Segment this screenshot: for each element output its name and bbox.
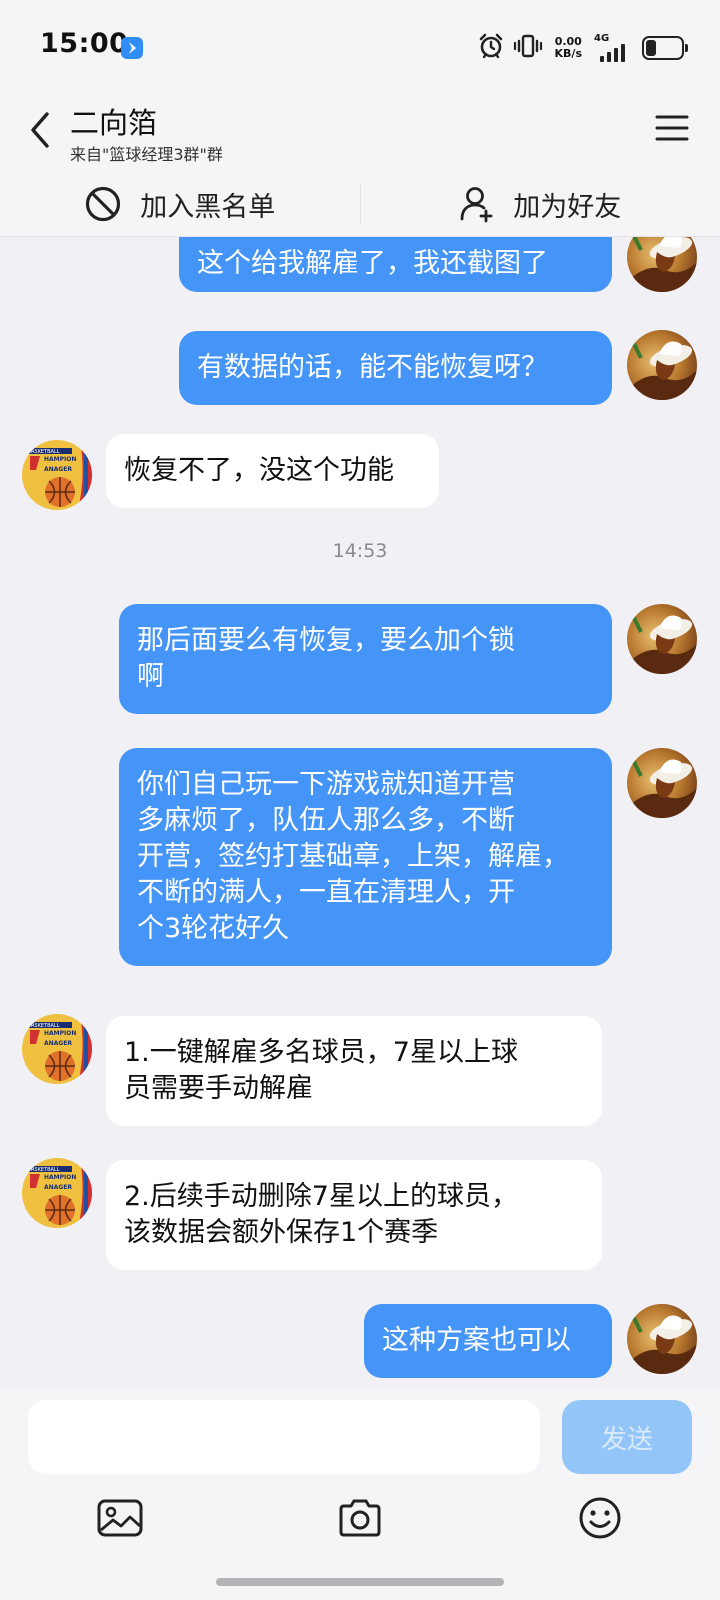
- camera-icon: [339, 1499, 381, 1537]
- my-avatar[interactable]: [627, 236, 697, 292]
- message-text-line: 员需要手动解雇: [124, 1073, 313, 1104]
- message-bubble[interactable]: 这个给我解雇了，我还截图了: [179, 236, 612, 292]
- add-friend-icon: [460, 187, 493, 223]
- signal-indicator: 4G: [594, 33, 630, 63]
- logo-text-line2: HAMPION: [44, 1030, 76, 1037]
- cowboy-avatar-icon: [627, 1304, 697, 1374]
- message-text-line: 多麻烦了，队伍人那么多，不断: [137, 805, 515, 836]
- chat-header: 二向箔 来自"篮球经理3群"群: [0, 96, 720, 172]
- basketball-manager-logo-icon: ASKETBALL HAMPION ANAGER: [22, 1014, 92, 1084]
- vibrate-icon: [513, 32, 543, 64]
- add-to-blacklist-label: 加入黑名单: [140, 191, 276, 223]
- network-speed: 0.00 KB/s: [555, 36, 582, 60]
- contact-avatar[interactable]: ASKETBALL HAMPION ANAGER: [22, 440, 92, 510]
- status-bar: 15:00 0.00 KB/s 4G: [0, 0, 720, 96]
- composer: 发送: [0, 1388, 720, 1600]
- app-notification-icon: [121, 37, 143, 59]
- alarm-icon: [477, 32, 505, 64]
- battery-icon: [642, 36, 688, 60]
- message-list[interactable]: 这个给我解雇了，我还截图了 有数据的话，能不能恢复呀？ ASKETBALL HA…: [0, 236, 720, 1388]
- chevron-left-icon: [31, 112, 49, 148]
- message-text-line: 你们自己玩一下游戏就知道开营: [137, 769, 515, 800]
- message-bubble[interactable]: 你们自己玩一下游戏就知道开营 多麻烦了，队伍人那么多，不断 开营，签约打基础章，…: [119, 748, 612, 966]
- message-text: 这个给我解雇了，我还截图了: [197, 248, 548, 279]
- message-text: 恢复不了，没这个功能: [124, 455, 394, 486]
- logo-text-line2: HAMPION: [44, 456, 76, 463]
- cowboy-avatar-icon: [627, 330, 697, 400]
- contact-avatar[interactable]: ASKETBALL HAMPION ANAGER: [22, 1014, 92, 1084]
- status-indicators: 0.00 KB/s 4G: [477, 30, 688, 66]
- message-text-line: 1.一键解雇多名球员，7星以上球: [124, 1037, 518, 1068]
- status-time: 15:00: [40, 28, 129, 59]
- message-text: 有数据的话，能不能恢复呀？: [197, 352, 548, 383]
- message-text-line: 啊: [137, 661, 164, 692]
- menu-button[interactable]: [650, 106, 694, 150]
- message-input[interactable]: [28, 1400, 540, 1474]
- my-avatar[interactable]: [627, 748, 697, 818]
- signal-icon: [600, 43, 630, 67]
- my-avatar[interactable]: [627, 604, 697, 674]
- basketball-manager-logo-icon: ASKETBALL HAMPION ANAGER: [22, 440, 92, 510]
- send-button[interactable]: 发送: [562, 1400, 692, 1474]
- cowboy-avatar-icon: [627, 236, 697, 292]
- network-speed-unit: KB/s: [554, 47, 582, 60]
- message-text: 这种方案也可以: [382, 1325, 571, 1356]
- logo-text-line1: ASKETBALL: [31, 1023, 60, 1029]
- chat-title: 二向箔: [70, 106, 158, 140]
- message-bubble[interactable]: 有数据的话，能不能恢复呀？: [179, 331, 612, 405]
- logo-text-line3: ANAGER: [44, 1040, 72, 1047]
- message-text-line: 该数据会额外保存1个赛季: [124, 1217, 439, 1248]
- block-icon: [86, 186, 121, 222]
- my-avatar[interactable]: [627, 330, 697, 400]
- add-friend-label: 加为好友: [513, 191, 622, 223]
- logo-text-line1: ASKETBALL: [31, 1167, 60, 1173]
- message-text-line: 不断的满人，一直在清理人，开: [137, 877, 515, 908]
- image-icon: [97, 1499, 143, 1537]
- message-bubble[interactable]: 这种方案也可以: [364, 1304, 612, 1378]
- message-bubble[interactable]: 1.一键解雇多名球员，7星以上球 员需要手动解雇: [106, 1016, 602, 1126]
- home-indicator[interactable]: [216, 1578, 504, 1586]
- logo-text-line3: ANAGER: [44, 466, 72, 473]
- photo-button[interactable]: [92, 1490, 148, 1546]
- message-bubble[interactable]: 恢复不了，没这个功能: [106, 434, 439, 508]
- my-avatar[interactable]: [627, 1304, 697, 1374]
- message-text-line: 开营，签约打基础章，上架，解雇，: [137, 841, 569, 872]
- smiley-icon: [579, 1497, 621, 1539]
- message-timestamp: 14:53: [332, 540, 388, 562]
- battery-level: [646, 40, 656, 56]
- cowboy-avatar-icon: [627, 604, 697, 674]
- add-friend-button[interactable]: 加为好友: [361, 172, 720, 236]
- logo-text-line1: ASKETBALL: [31, 449, 60, 455]
- contact-avatar[interactable]: ASKETBALL HAMPION ANAGER: [22, 1158, 92, 1228]
- message-text-line: 2.后续手动删除7星以上的球员，: [124, 1181, 518, 1212]
- message-text-line: 个3轮花好久: [137, 913, 290, 944]
- logo-text-line3: ANAGER: [44, 1184, 72, 1191]
- chat-subtitle: 来自"篮球经理3群"群: [70, 145, 223, 164]
- profile-action-bar: 加入黑名单 加为好友: [0, 172, 720, 237]
- camera-button[interactable]: [332, 1490, 388, 1546]
- message-text-line: 那后面要么有恢复，要么加个锁: [137, 625, 515, 656]
- hamburger-menu-icon: [655, 115, 689, 141]
- basketball-manager-logo-icon: ASKETBALL HAMPION ANAGER: [22, 1158, 92, 1228]
- emoji-button[interactable]: [572, 1490, 628, 1546]
- add-to-blacklist-button[interactable]: 加入黑名单: [0, 172, 360, 236]
- logo-text-line2: HAMPION: [44, 1174, 76, 1181]
- message-bubble[interactable]: 2.后续手动删除7星以上的球员， 该数据会额外保存1个赛季: [106, 1160, 602, 1270]
- cowboy-avatar-icon: [627, 748, 697, 818]
- message-bubble[interactable]: 那后面要么有恢复，要么加个锁 啊: [119, 604, 612, 714]
- back-button[interactable]: [20, 102, 60, 158]
